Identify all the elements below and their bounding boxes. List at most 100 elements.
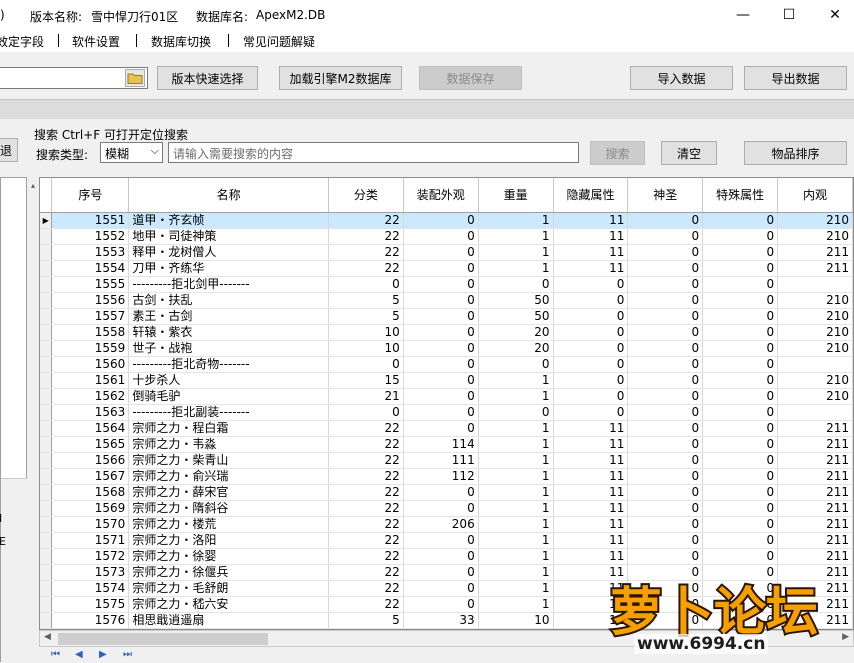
table-cell[interactable]: 50: [478, 292, 554, 309]
table-cell[interactable]: 1565: [51, 436, 130, 453]
table-cell[interactable]: [777, 276, 853, 293]
table-row[interactable]: 1565 宗师之力・韦淼 22 114 1 11 0 0 211: [40, 436, 853, 453]
col-header-inner-look[interactable]: 内观: [777, 178, 853, 213]
table-cell[interactable]: 206: [403, 516, 479, 533]
row-indicator[interactable]: [40, 292, 53, 309]
table-cell[interactable]: 0: [702, 324, 779, 341]
table-cell[interactable]: 0: [627, 404, 704, 421]
table-cell[interactable]: 0: [328, 356, 404, 373]
table-cell[interactable]: 地甲・司徒神策: [128, 228, 330, 245]
table-cell[interactable]: 11: [553, 228, 629, 245]
table-cell[interactable]: 22: [328, 420, 404, 437]
table-cell[interactable]: 0: [627, 340, 704, 357]
row-indicator[interactable]: [40, 260, 53, 277]
table-cell[interactable]: 11: [553, 452, 629, 469]
col-header-appearance[interactable]: 装配外观: [403, 178, 479, 213]
table-cell[interactable]: 0: [403, 292, 479, 309]
panel-splitter[interactable]: ▴: [27, 177, 39, 662]
table-cell[interactable]: 宗师之力・柴青山: [128, 452, 330, 469]
table-cell[interactable]: 0: [702, 228, 779, 245]
table-cell[interactable]: 0: [403, 372, 479, 389]
left-edge-button[interactable]: 退: [0, 138, 18, 162]
row-indicator[interactable]: [40, 340, 53, 357]
table-cell[interactable]: ---------拒北奇物-------: [128, 356, 330, 373]
table-cell[interactable]: 211: [777, 468, 853, 485]
table-cell[interactable]: 11: [553, 516, 629, 533]
table-cell[interactable]: 1575: [51, 596, 130, 613]
table-cell[interactable]: 21: [328, 388, 404, 405]
table-cell[interactable]: 0: [403, 212, 479, 229]
table-cell[interactable]: 0: [702, 308, 779, 325]
table-row[interactable]: 1567 宗师之力・俞兴瑞 22 112 1 11 0 0 211: [40, 468, 853, 485]
table-cell[interactable]: 1554: [51, 260, 130, 277]
row-indicator[interactable]: [40, 596, 53, 613]
nav-prev-icon[interactable]: ◀: [75, 649, 83, 660]
table-cell[interactable]: 22: [328, 212, 404, 229]
table-cell[interactable]: 33: [403, 612, 479, 629]
row-indicator[interactable]: [40, 548, 53, 565]
maximize-button[interactable]: ☐: [766, 0, 812, 30]
table-cell[interactable]: 0: [702, 260, 779, 277]
table-cell[interactable]: 22: [328, 548, 404, 565]
table-cell[interactable]: 0: [403, 484, 479, 501]
table-row[interactable]: 1552 地甲・司徒神策 22 0 1 11 0 0 210: [40, 228, 853, 245]
table-cell[interactable]: 22: [328, 564, 404, 581]
table-cell[interactable]: 11: [553, 212, 629, 229]
table-cell[interactable]: 0: [403, 420, 479, 437]
table-cell[interactable]: 114: [403, 436, 479, 453]
row-indicator[interactable]: [40, 516, 53, 533]
table-cell[interactable]: 0: [702, 404, 779, 421]
menu-item-fields[interactable]: 效定字段: [0, 33, 44, 50]
table-cell[interactable]: 22: [328, 260, 404, 277]
table-row[interactable]: 1560 ---------拒北奇物------- 0 0 0 0 0 0: [40, 356, 853, 373]
menu-item-db-switch[interactable]: 数据库切换: [151, 33, 211, 50]
save-data-button[interactable]: 数据保存: [419, 66, 522, 90]
left-tree-panel[interactable]: I E: [0, 177, 28, 663]
table-row[interactable]: 1562 倒骑毛驴 21 0 1 0 0 0 210: [40, 388, 853, 405]
menu-item-faq[interactable]: 常见问题解疑: [243, 33, 315, 50]
col-header-special-attr[interactable]: 特殊属性: [702, 178, 779, 213]
table-cell[interactable]: 宗师之力・楼荒: [128, 516, 330, 533]
table-cell[interactable]: 宗师之力・洛阳: [128, 532, 330, 549]
table-cell[interactable]: 20: [478, 340, 554, 357]
table-cell[interactable]: 1: [478, 548, 554, 565]
clear-button[interactable]: 清空: [661, 141, 717, 165]
table-cell[interactable]: 宗师之力・嵇六安: [128, 596, 330, 613]
table-cell[interactable]: 0: [403, 404, 479, 421]
table-cell[interactable]: 0: [403, 596, 479, 613]
table-cell[interactable]: 211: [777, 420, 853, 437]
table-cell[interactable]: 10: [328, 324, 404, 341]
table-row[interactable]: 1553 释甲・龙树僧人 22 0 1 11 0 0 211: [40, 244, 853, 261]
table-cell[interactable]: 22: [328, 436, 404, 453]
table-row[interactable]: 1556 古剑・扶乱 5 0 50 0 0 0 210: [40, 292, 853, 309]
table-row[interactable]: 1564 宗师之力・程白霜 22 0 1 11 0 0 211: [40, 420, 853, 437]
table-row[interactable]: 1557 素王・古剑 5 0 50 0 0 0 210: [40, 308, 853, 325]
table-cell[interactable]: 1569: [51, 500, 130, 517]
row-indicator[interactable]: [40, 276, 53, 293]
table-cell[interactable]: 宗师之力・徐偃兵: [128, 564, 330, 581]
table-cell[interactable]: 0: [478, 356, 554, 373]
table-cell[interactable]: 1556: [51, 292, 130, 309]
browse-folder-button[interactable]: [125, 69, 145, 87]
table-cell[interactable]: 0: [627, 244, 704, 261]
table-cell[interactable]: 0: [627, 388, 704, 405]
col-header-holy[interactable]: 神圣: [627, 178, 704, 213]
table-cell[interactable]: 5: [328, 292, 404, 309]
table-cell[interactable]: 1: [478, 564, 554, 581]
table-cell[interactable]: 210: [777, 212, 853, 229]
table-cell[interactable]: 210: [777, 340, 853, 357]
col-header-id[interactable]: 序号: [51, 178, 130, 213]
table-cell[interactable]: 0: [702, 356, 779, 373]
table-cell[interactable]: 世子・战袍: [128, 340, 330, 357]
table-cell[interactable]: 1: [478, 212, 554, 229]
table-cell[interactable]: 0: [403, 308, 479, 325]
table-cell[interactable]: 11: [553, 244, 629, 261]
table-cell[interactable]: 0: [627, 500, 704, 517]
table-cell[interactable]: 112: [403, 468, 479, 485]
table-cell[interactable]: 0: [553, 292, 629, 309]
table-cell[interactable]: 211: [777, 436, 853, 453]
table-cell[interactable]: 0: [627, 372, 704, 389]
table-cell[interactable]: 0: [702, 468, 779, 485]
table-cell[interactable]: 1572: [51, 548, 130, 565]
table-cell[interactable]: 1557: [51, 308, 130, 325]
